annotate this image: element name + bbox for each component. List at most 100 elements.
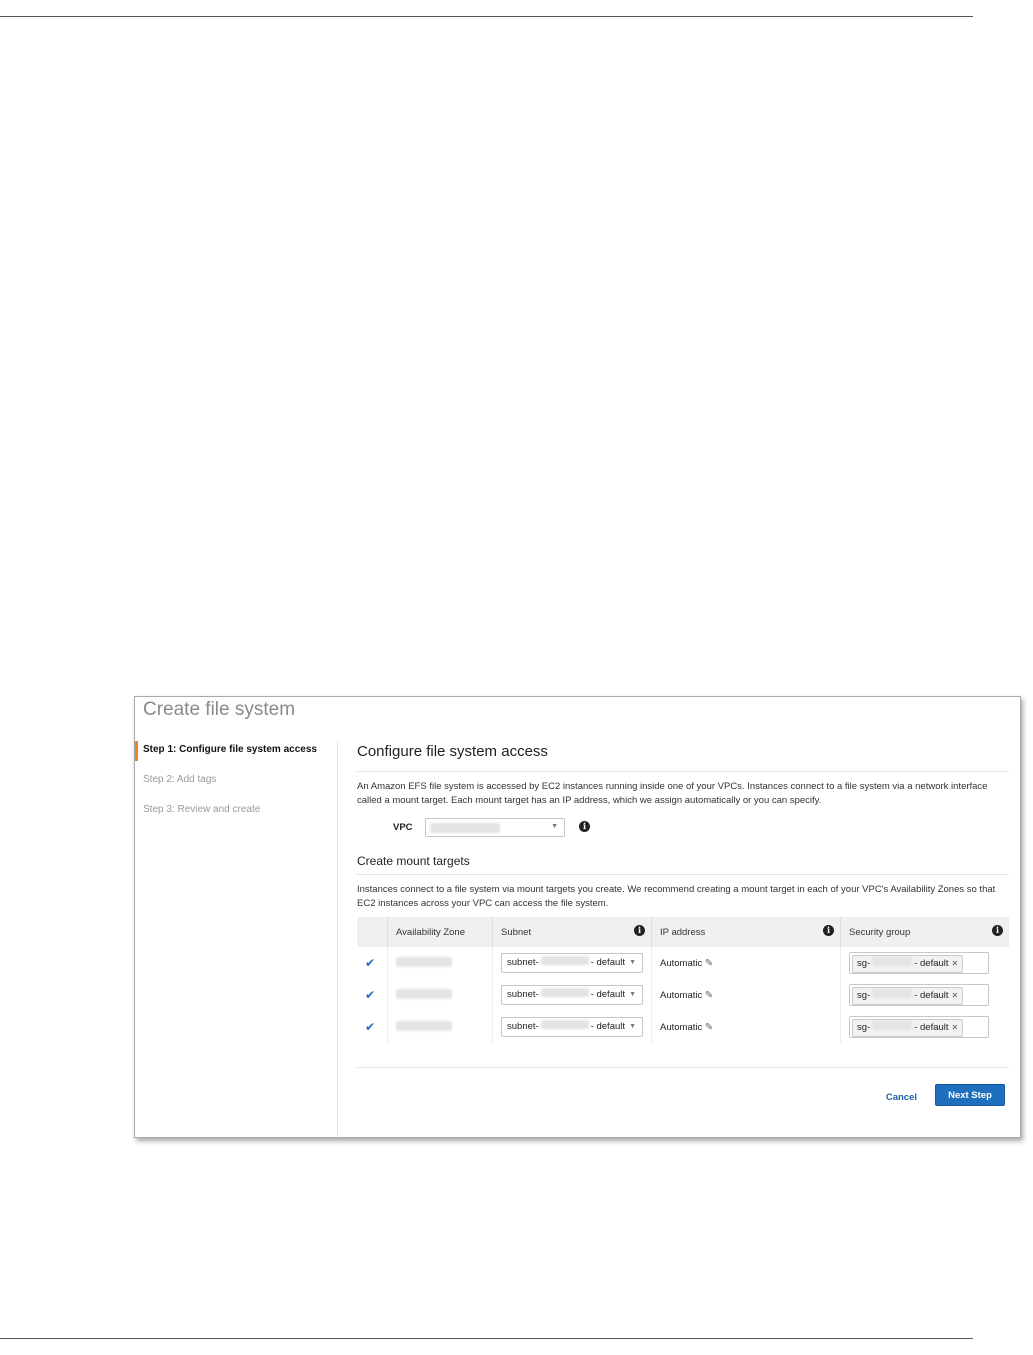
step-review-create[interactable]: Step 3: Review and create bbox=[135, 801, 337, 821]
sg-prefix: sg- bbox=[857, 1022, 871, 1033]
vpc-value-redacted bbox=[430, 823, 500, 833]
subnet-header-label: Subnet bbox=[501, 926, 532, 938]
subnet-select[interactable]: subnet- - default ▼ bbox=[501, 1017, 643, 1037]
info-icon[interactable]: i bbox=[823, 925, 834, 936]
ip-header-label: IP address bbox=[660, 926, 706, 938]
chevron-down-icon: ▼ bbox=[629, 991, 636, 998]
sg-header: Security group i bbox=[840, 917, 1009, 947]
close-icon[interactable]: ✕ bbox=[952, 959, 959, 968]
subnet-prefix: subnet- bbox=[507, 989, 539, 1000]
mount-targets-description: Instances connect to a file system via m… bbox=[357, 884, 996, 909]
az-cell bbox=[387, 947, 493, 979]
sg-suffix: - default bbox=[914, 958, 949, 969]
subnet-prefix: subnet- bbox=[507, 1021, 539, 1032]
cancel-button[interactable]: Cancel bbox=[886, 1092, 917, 1103]
info-icon[interactable]: i bbox=[992, 925, 1003, 936]
table-row: ✔ subnet- - default ▼ Automatic ✎ sg- - def… bbox=[357, 947, 1009, 979]
sg-suffix: - default bbox=[914, 1022, 949, 1033]
subnet-prefix: subnet- bbox=[507, 957, 539, 968]
ip-header: IP address i bbox=[651, 917, 841, 947]
az-value-redacted bbox=[396, 1020, 452, 1031]
subnet-cell: subnet- - default ▼ bbox=[492, 947, 652, 979]
pencil-icon[interactable]: ✎ bbox=[705, 1022, 713, 1033]
subnet-suffix: - default bbox=[590, 989, 626, 1000]
mount-targets-table: Availability Zone Subnet i IP address i Se… bbox=[357, 917, 1009, 1043]
security-group-token: sg- - default ✕ bbox=[852, 1019, 964, 1037]
vpc-row: VPC ▼ i bbox=[357, 814, 1009, 842]
ip-cell: Automatic ✎ bbox=[651, 1011, 841, 1043]
subnet-suffix: - default bbox=[590, 1021, 626, 1032]
subnet-cell: subnet- - default ▼ bbox=[492, 1011, 652, 1043]
step-add-tags[interactable]: Step 2: Add tags bbox=[135, 771, 337, 791]
checkbox-checked-icon[interactable]: ✔ bbox=[365, 956, 375, 970]
info-icon[interactable]: i bbox=[634, 925, 645, 936]
ip-value: Automatic bbox=[660, 1021, 703, 1033]
subnet-suffix: - default bbox=[590, 957, 626, 968]
close-icon[interactable]: ✕ bbox=[952, 991, 959, 1000]
wizard-sidebar: Step 1: Configure file system access Ste… bbox=[135, 741, 338, 1137]
sg-prefix: sg- bbox=[857, 958, 871, 969]
security-group-token: sg- - default ✕ bbox=[852, 955, 964, 973]
sg-cell: sg- - default ✕ bbox=[841, 1011, 1010, 1043]
divider bbox=[357, 874, 1009, 875]
sg-suffix: - default bbox=[914, 990, 949, 1001]
security-group-input[interactable]: sg- - default ✕ bbox=[849, 984, 989, 1006]
step-configure-access[interactable]: Step 1: Configure file system access bbox=[135, 741, 337, 761]
table-header-row: Availability Zone Subnet i IP address i Se… bbox=[357, 917, 1009, 947]
divider bbox=[357, 771, 1009, 772]
vpc-select[interactable]: ▼ bbox=[425, 818, 565, 837]
subnet-id-redacted bbox=[540, 988, 589, 997]
vpc-label: VPC bbox=[393, 822, 413, 833]
checkbox-header bbox=[357, 917, 388, 947]
table-row: ✔ subnet- - default ▼ Automatic ✎ sg- - def… bbox=[357, 979, 1009, 1011]
az-value-redacted bbox=[396, 956, 452, 967]
az-header-label: Availability Zone bbox=[396, 926, 466, 938]
page-title: Create file system bbox=[143, 699, 296, 720]
sg-id-redacted bbox=[872, 957, 913, 966]
main-panel: Configure file system access An Amazon E… bbox=[357, 741, 1009, 1118]
pencil-icon[interactable]: ✎ bbox=[705, 958, 713, 969]
checkbox-cell: ✔ bbox=[357, 979, 388, 1011]
az-cell bbox=[387, 1011, 493, 1043]
ip-cell: Automatic ✎ bbox=[651, 947, 841, 979]
sg-id-redacted bbox=[872, 989, 913, 998]
next-step-button[interactable]: Next Step bbox=[935, 1084, 1005, 1106]
table-row: ✔ subnet- - default ▼ Automatic ✎ sg- - def… bbox=[357, 1011, 1009, 1043]
page-bottom-rule bbox=[0, 1338, 973, 1339]
security-group-input[interactable]: sg- - default ✕ bbox=[849, 952, 989, 974]
sg-cell: sg- - default ✕ bbox=[841, 979, 1010, 1011]
ip-value: Automatic bbox=[660, 957, 703, 969]
checkbox-checked-icon[interactable]: ✔ bbox=[365, 988, 375, 1002]
ip-cell: Automatic ✎ bbox=[651, 979, 841, 1011]
subnet-id-redacted bbox=[540, 1020, 589, 1029]
checkbox-cell: ✔ bbox=[357, 1011, 388, 1043]
section-title: Configure file system access bbox=[357, 743, 548, 760]
chevron-down-icon: ▼ bbox=[629, 959, 636, 966]
sg-header-label: Security group bbox=[849, 926, 911, 938]
subnet-id-redacted bbox=[540, 956, 589, 965]
checkbox-checked-icon[interactable]: ✔ bbox=[365, 1020, 375, 1034]
sg-prefix: sg- bbox=[857, 990, 871, 1001]
wizard-footer: Cancel Next Step bbox=[357, 1068, 1009, 1118]
subnet-select[interactable]: subnet- - default ▼ bbox=[501, 953, 643, 973]
az-value-redacted bbox=[396, 988, 452, 999]
chevron-down-icon: ▼ bbox=[629, 1023, 636, 1030]
page-top-rule bbox=[0, 16, 973, 17]
subnet-header: Subnet i bbox=[492, 917, 652, 947]
security-group-token: sg- - default ✕ bbox=[852, 987, 964, 1005]
close-icon[interactable]: ✕ bbox=[952, 1023, 959, 1032]
az-header: Availability Zone bbox=[387, 917, 493, 947]
ip-value: Automatic bbox=[660, 989, 703, 1001]
pencil-icon[interactable]: ✎ bbox=[705, 990, 713, 1001]
mount-targets-title: Create mount targets bbox=[357, 854, 470, 868]
chevron-down-icon: ▼ bbox=[551, 823, 558, 830]
sg-id-redacted bbox=[872, 1021, 913, 1030]
intro-text: An Amazon EFS file system is accessed by… bbox=[357, 781, 988, 806]
screenshot-frame: Create file system Step 1: Configure fil… bbox=[134, 696, 1021, 1138]
sg-cell: sg- - default ✕ bbox=[841, 947, 1010, 979]
checkbox-cell: ✔ bbox=[357, 947, 388, 979]
info-icon[interactable]: i bbox=[579, 821, 590, 832]
subnet-select[interactable]: subnet- - default ▼ bbox=[501, 985, 643, 1005]
subnet-cell: subnet- - default ▼ bbox=[492, 979, 652, 1011]
security-group-input[interactable]: sg- - default ✕ bbox=[849, 1016, 989, 1038]
